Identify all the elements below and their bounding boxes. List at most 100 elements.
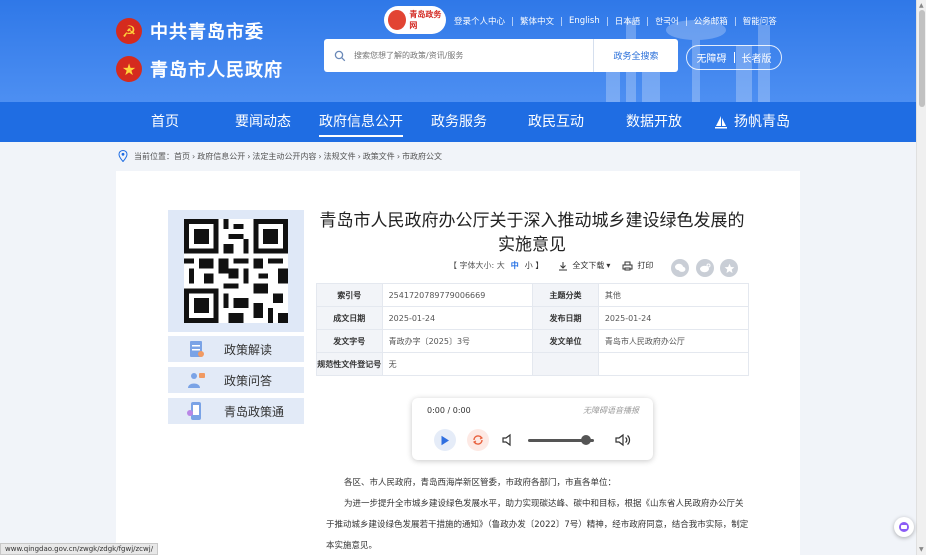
assistant-icon [899, 522, 909, 532]
font-size-small[interactable]: 小 】 [525, 260, 544, 271]
breadcrumb-gov-info[interactable]: 政府信息公开 [197, 151, 245, 162]
meta-value: 青岛市人民政府办公厅 [597, 329, 750, 353]
print-icon [622, 261, 633, 270]
meta-value-empty [597, 352, 750, 376]
audio-hint: 无障碍语音播报 [583, 406, 639, 415]
nav-open-data[interactable]: 数据开放 [626, 102, 682, 142]
scrollbar-thumb[interactable] [919, 10, 925, 107]
print-button[interactable]: 打印 [622, 260, 653, 271]
portal-logo[interactable]: 青岛政务网 [384, 6, 446, 34]
loop-button[interactable] [467, 429, 489, 451]
volume-up-icon [615, 433, 631, 447]
mute-button[interactable] [501, 432, 515, 451]
share-weibo-button[interactable] [696, 259, 714, 277]
nav-interaction[interactable]: 政民互动 [528, 102, 584, 142]
meta-value: 2541720789779006669 [381, 283, 534, 307]
accessibility-link[interactable]: 无障碍 [697, 50, 727, 65]
meta-key: 成文日期 [316, 306, 383, 330]
sail-icon [715, 116, 727, 129]
qr-code-icon [184, 219, 288, 323]
elder-mode-link[interactable]: 长者版 [742, 50, 772, 65]
volume-up-button[interactable] [615, 432, 631, 451]
main-nav: 首页 要闻动态 政府信息公开 政务服务 政民互动 数据开放 扬帆青岛 [0, 102, 916, 142]
audio-player: 0:00 / 0:00 无障碍语音播报 [412, 398, 653, 460]
location-pin-icon [118, 150, 128, 162]
share-wechat-button[interactable] [671, 259, 689, 277]
scroll-up-icon[interactable]: ▲ [919, 2, 924, 9]
nav-qingdao[interactable]: 扬帆青岛 [714, 102, 790, 142]
meta-key-empty [532, 352, 599, 376]
breadcrumb-prefix: 当前位置： [134, 151, 174, 161]
meta-value: 无 [381, 352, 534, 376]
breadcrumb-sep: › [192, 151, 196, 161]
speaker-icon [502, 433, 511, 447]
meta-value: 2025-01-24 [597, 306, 750, 330]
font-size-label[interactable]: 【 字体大小: 大 [449, 260, 505, 271]
play-icon [441, 435, 449, 445]
scroll-down-icon[interactable]: ▼ [919, 546, 924, 553]
article-paragraph: 各区、市人民政府，青岛西海岸新区管委，市政府各部门，市直各单位： [344, 478, 617, 488]
party-emblem-icon: ☭ [116, 18, 142, 44]
play-button[interactable] [434, 429, 456, 451]
site-header: ☭ 中共青岛市委 ★ 青岛市人民政府 青岛政务网 登录个人中心 繁体中文 Eng… [0, 0, 916, 102]
meta-value: 其他 [597, 283, 750, 307]
top-link-mail[interactable]: 公务邮箱 [694, 15, 728, 27]
breadcrumb-sep: › [318, 151, 322, 161]
breadcrumb-regulations[interactable]: 法规文件 [324, 151, 356, 162]
page-scrollbar[interactable]: ▲ ▼ [916, 0, 926, 555]
breadcrumb-home[interactable]: 首页 [174, 151, 190, 162]
table-row: 规范性文件登记号 无 [316, 352, 750, 376]
nav-gov-info[interactable]: 政府信息公开 [319, 102, 403, 142]
search-icon [334, 50, 346, 61]
person-qa-icon [188, 373, 205, 388]
download-button[interactable]: 全文下载 ▾ [558, 260, 610, 271]
meta-key: 规范性文件登记号 [316, 352, 383, 376]
top-link-japanese[interactable]: 日本語 [615, 15, 641, 27]
nav-qingdao-label: 扬帆青岛 [734, 114, 790, 130]
policy-qa-button[interactable]: 政策问答 [168, 367, 304, 393]
volume-slider-handle[interactable] [581, 435, 592, 445]
nav-home[interactable]: 首页 [151, 102, 179, 142]
caret-down-icon: ▾ [606, 261, 611, 270]
qingdao-policy-button[interactable]: 青岛政策通 [168, 398, 304, 424]
document-icon [190, 341, 204, 357]
phone-app-icon [187, 402, 201, 420]
party-logo[interactable]: ☭ 中共青岛市委 [116, 18, 264, 44]
top-links: 登录个人中心 繁体中文 English 日本語 한국어 公务邮箱 智能问答 [454, 15, 777, 27]
search-button[interactable]: 政务全搜索 [593, 39, 678, 72]
search-input[interactable] [354, 51, 593, 60]
qr-code-panel [168, 210, 304, 332]
top-link-english[interactable]: English [569, 16, 600, 26]
nav-news[interactable]: 要闻动态 [235, 102, 291, 142]
nav-services[interactable]: 政务服务 [431, 102, 487, 142]
portal-logo-icon [388, 10, 407, 30]
policy-qa-label: 政策问答 [224, 373, 273, 388]
floating-assistant-button[interactable] [894, 517, 914, 537]
download-label: 全文下载 [572, 261, 605, 270]
meta-key: 索引号 [316, 283, 383, 307]
top-link-traditional[interactable]: 繁体中文 [520, 15, 554, 27]
meta-value: 2025-01-24 [381, 306, 534, 330]
top-link-qa[interactable]: 智能问答 [743, 15, 777, 27]
download-icon [559, 261, 568, 270]
status-url: www.qingdao.gov.cn/zwgk/zdgk/fgwj/zcwj/ [0, 543, 159, 555]
breadcrumb-policy[interactable]: 政策文件 [363, 151, 395, 162]
meta-key: 发文单位 [532, 329, 599, 353]
access-toggle: 无障碍 长者版 [686, 45, 782, 70]
party-name: 中共青岛市委 [150, 22, 264, 43]
breadcrumb-docs[interactable]: 市政府公文 [402, 151, 442, 162]
national-emblem-icon: ★ [116, 56, 142, 82]
policy-interpretation-button[interactable]: 政策解读 [168, 336, 304, 362]
breadcrumb-legal[interactable]: 法定主动公开内容 [252, 151, 316, 162]
top-link-korean[interactable]: 한국어 [655, 15, 678, 27]
top-link-login[interactable]: 登录个人中心 [454, 15, 505, 27]
article-body: 各区、市人民政府，青岛西海岸新区管委，市政府各部门，市直各单位： 为进一步提升全… [326, 473, 750, 555]
meta-key: 发文字号 [316, 329, 383, 353]
breadcrumb-sep: › [396, 151, 401, 161]
gov-logo[interactable]: ★ 青岛市人民政府 [116, 56, 283, 82]
favorite-button[interactable] [720, 259, 738, 277]
breadcrumb: 当前位置： 首页 › 政府信息公开 › 法定主动公开内容 › 法规文件 › 政策… [118, 150, 442, 162]
font-size-mid[interactable]: 中 [511, 260, 519, 271]
meta-key: 发布日期 [532, 306, 599, 330]
article-title: 青岛市人民政府办公厅关于深入推动城乡建设绿色发展的实施意见 [319, 211, 745, 255]
